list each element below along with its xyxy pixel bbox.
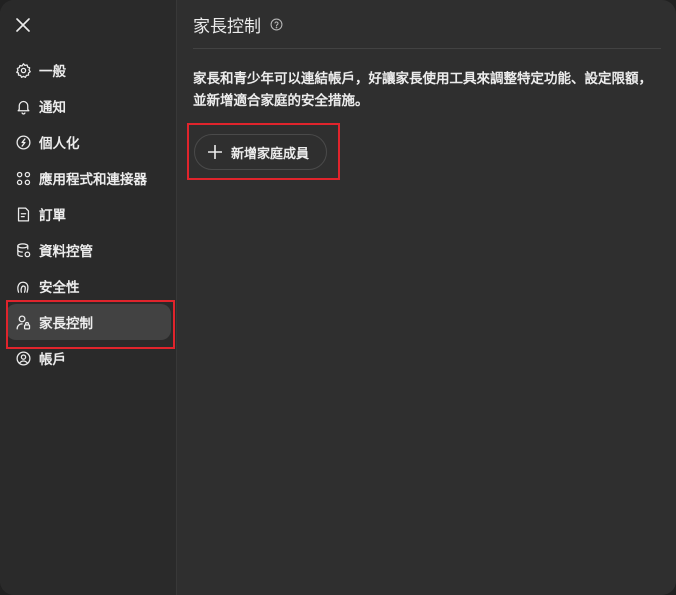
title-row: 家長控制 xyxy=(193,12,283,37)
parental-controls-panel: 家長控制 家長和青少年可以連結帳戶，好讓家長使用工具來調整特定功能、設定限額，並… xyxy=(193,0,661,595)
security-icon xyxy=(14,277,32,295)
sidebar-item-data-controls[interactable]: 資料控管 xyxy=(6,232,171,268)
gear-icon xyxy=(14,61,32,79)
parental-control-icon xyxy=(14,313,32,331)
sidebar-item-label: 家長控制 xyxy=(39,316,93,332)
divider xyxy=(193,48,661,49)
close-icon xyxy=(16,18,30,32)
add-family-member-button[interactable]: 新增家庭成員 xyxy=(194,134,327,170)
account-icon xyxy=(14,349,32,367)
sidebar-item-apps-connectors[interactable]: 應用程式和連接器 xyxy=(6,160,171,196)
description-text: 家長和青少年可以連結帳戶，好讓家長使用工具來調整特定功能、設定限額，並新增適合家… xyxy=(193,71,652,109)
sidebar-item-label: 安全性 xyxy=(39,280,80,296)
sidebar-item-general[interactable]: 一般 xyxy=(6,52,171,88)
settings-nav: 一般 通知 個人化 應用程式和連接器 訂單 資料控管 安全性 家長控制 帳戶 xyxy=(6,52,171,376)
sidebar-item-parental-controls[interactable]: 家長控制 xyxy=(6,304,171,340)
personalization-icon xyxy=(14,133,32,151)
sidebar-item-label: 訂單 xyxy=(39,208,66,224)
sidebar-item-orders[interactable]: 訂單 xyxy=(6,196,171,232)
sidebar-item-security[interactable]: 安全性 xyxy=(6,268,171,304)
sidebar-item-personalization[interactable]: 個人化 xyxy=(6,124,171,160)
bell-icon xyxy=(14,97,32,115)
orders-icon xyxy=(14,205,32,223)
add-family-member-label: 新增家庭成員 xyxy=(231,146,310,162)
plus-icon xyxy=(207,144,223,160)
settings-dialog: 一般 通知 個人化 應用程式和連接器 訂單 資料控管 安全性 家長控制 帳戶 家… xyxy=(0,0,676,595)
page-title: 家長控制 xyxy=(193,16,261,37)
database-icon xyxy=(14,241,32,259)
settings-sidebar: 一般 通知 個人化 應用程式和連接器 訂單 資料控管 安全性 家長控制 帳戶 xyxy=(0,0,177,595)
sidebar-item-account[interactable]: 帳戶 xyxy=(6,340,171,376)
close-button[interactable] xyxy=(12,14,34,36)
sidebar-item-label: 通知 xyxy=(39,100,66,116)
sidebar-item-label: 帳戶 xyxy=(39,352,66,368)
sidebar-item-label: 應用程式和連接器 xyxy=(39,172,147,188)
help-icon[interactable] xyxy=(270,18,283,31)
sidebar-item-label: 資料控管 xyxy=(39,244,93,260)
apps-icon xyxy=(14,169,32,187)
sidebar-item-label: 個人化 xyxy=(39,136,80,152)
sidebar-item-notifications[interactable]: 通知 xyxy=(6,88,171,124)
sidebar-item-label: 一般 xyxy=(39,64,66,80)
